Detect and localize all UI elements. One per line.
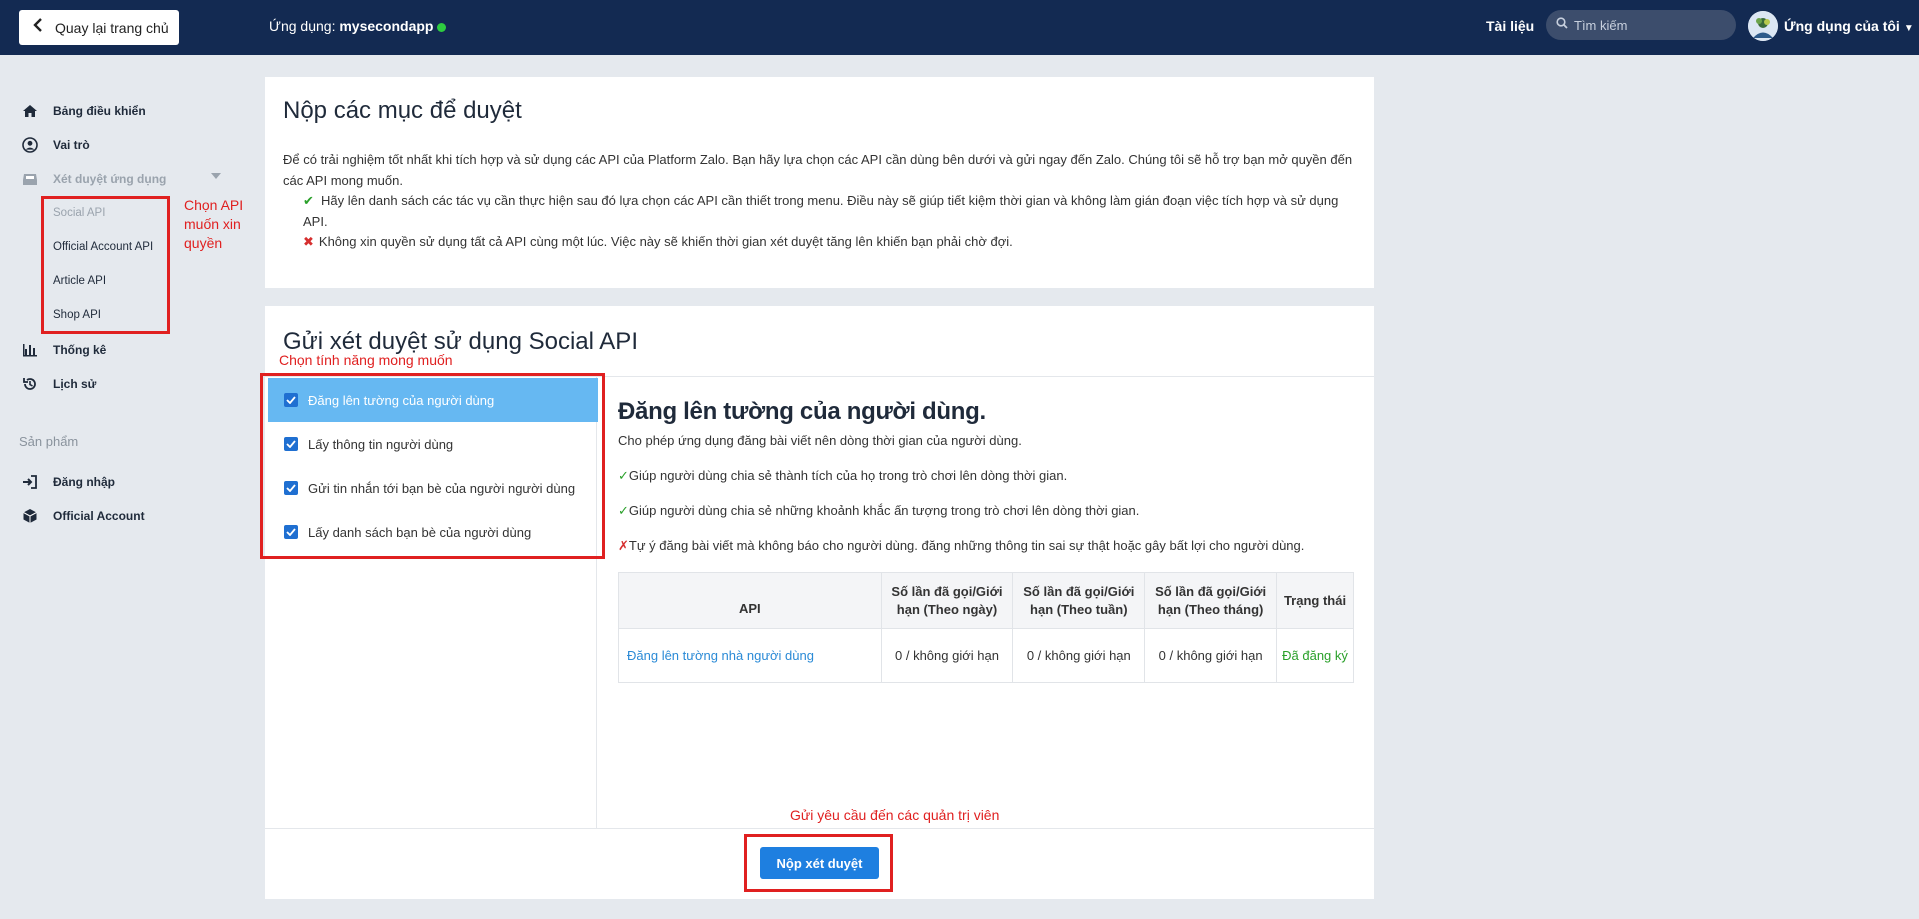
feature-do-1-text: Giúp người dùng chia sẻ thành tích của h…: [628, 468, 1068, 483]
my-apps-menu[interactable]: Ứng dụng của tôi ▼: [1784, 18, 1914, 34]
table-header-row: API Số lần đã gọi/Giới hạn (Theo ngày) S…: [618, 572, 1354, 629]
sidebar-item-statistics[interactable]: Thống kê: [22, 340, 106, 360]
app-name: mysecondapp: [339, 18, 434, 34]
search-box[interactable]: [1546, 10, 1736, 40]
avatar[interactable]: [1748, 11, 1778, 41]
api-quota-table: API Số lần đã gọi/Giới hạn (Theo ngày) S…: [618, 572, 1354, 683]
feature-do-1: ✓Giúp người dùng chia sẻ thành tích của …: [618, 468, 1067, 484]
sidebar-item-label: Vai trò: [53, 138, 90, 152]
feature-detail-title: Đăng lên tường của người dùng.: [618, 398, 986, 425]
feature-do-2: ✓Giúp người dùng chia sẻ những khoảnh kh…: [618, 503, 1139, 519]
intro-paragraph: Để có trải nghiệm tốt nhất khi tích hợp …: [283, 152, 1353, 188]
sidebar-item-official-account[interactable]: Official Account: [22, 506, 145, 526]
table-header-week: Số lần đã gọi/Giới hạn (Theo tuần): [1012, 572, 1146, 629]
app-status-dot: [437, 22, 447, 32]
cube-icon: [22, 508, 38, 524]
docs-link[interactable]: Tài liệu: [1486, 18, 1534, 34]
caret-down-icon: ▼: [1903, 23, 1914, 34]
home-icon: [22, 103, 38, 119]
submit-review-button[interactable]: Nộp xét duyệt: [760, 847, 879, 879]
sidebar-item-label: Đăng nhập: [53, 475, 115, 489]
sidebar-item-login[interactable]: Đăng nhập: [22, 472, 115, 492]
intro-title: Nộp các mục để duyệt: [283, 97, 522, 124]
table-cell-day: 0 / không giới hạn: [880, 628, 1014, 683]
intro-dont-item: ✖ Không xin quyền sử dụng tất cả API cùng…: [303, 231, 1353, 252]
annotation-choose-api: Chọn API muốn xin quyền: [184, 197, 244, 251]
chevron-left-icon: [33, 18, 43, 37]
feature-dont-1-text: Tự ý đăng bài viết mà không báo cho ngườ…: [628, 538, 1305, 553]
table-cell-month: 0 / không giới hạn: [1144, 628, 1278, 683]
user-circle-icon: [22, 137, 38, 153]
check-icon: ✔: [303, 193, 314, 208]
intro-card: Nộp các mục để duyệt Để có trải nghiệm t…: [265, 77, 1374, 288]
sidebar-item-label: Xét duyệt ứng dụng: [53, 172, 167, 186]
annotation-box-features: [260, 373, 605, 559]
my-apps-label: Ứng dụng của tôi: [1784, 18, 1900, 34]
sidebar-item-app-review[interactable]: Xét duyệt ứng dụng: [22, 169, 166, 189]
back-button-label: Quay lại trang chủ: [55, 19, 169, 36]
intro-dont-text: Không xin quyền sử dụng tất cả API cùng …: [318, 234, 1013, 249]
annotation-send-request: Gửi yêu cầu đến các quản trị viên: [790, 807, 1000, 823]
table-header-status: Trạng thái: [1276, 572, 1354, 629]
search-input[interactable]: [1574, 17, 1724, 33]
sidebar-item-label: Thống kê: [53, 343, 107, 357]
inbox-icon: [22, 171, 38, 187]
status-badge: Đã đăng ký: [1276, 628, 1354, 683]
cross-icon: ✗: [618, 538, 629, 553]
search-icon: [1556, 16, 1568, 34]
intro-do-text: Hãy lên danh sách các tác vụ cần thực hi…: [303, 193, 1339, 229]
divider: [265, 828, 1374, 829]
table-header-api: API: [618, 572, 882, 629]
sidebar-item-label: Lịch sử: [53, 377, 97, 391]
feature-do-2-text: Giúp người dùng chia sẻ những khoảnh khắ…: [628, 503, 1140, 518]
bar-chart-icon: [22, 342, 38, 358]
cross-icon: ✖: [303, 234, 314, 249]
sidebar-item-history[interactable]: Lịch sử: [22, 374, 96, 394]
chevron-down-icon[interactable]: [211, 173, 221, 179]
table-header-month: Số lần đã gọi/Giới hạn (Theo tháng): [1144, 572, 1278, 629]
table-header-day: Số lần đã gọi/Giới hạn (Theo ngày): [880, 572, 1014, 629]
feature-dont-1: ✗Tự ý đăng bài viết mà không báo cho ngư…: [618, 538, 1304, 554]
api-name-link[interactable]: Đăng lên tường nhà người dùng: [618, 628, 882, 683]
top-bar: Quay lại trang chủ Ứng dụng: mysecondapp…: [0, 0, 1919, 55]
sidebar-item-label: Bảng điều khiển: [53, 104, 146, 118]
sidebar-item-dashboard[interactable]: Bảng điều khiển: [22, 101, 146, 121]
products-section-title: Sản phẩm: [19, 434, 79, 449]
back-to-home-button[interactable]: Quay lại trang chủ: [19, 10, 179, 45]
sidebar-item-label: Official Account: [53, 509, 145, 523]
table-cell-week: 0 / không giới hạn: [1012, 628, 1146, 683]
history-icon: [22, 376, 38, 392]
check-icon: ✓: [618, 468, 629, 483]
annotation-box-api-list: [41, 196, 170, 334]
sidebar-item-roles[interactable]: Vai trò: [22, 135, 90, 155]
annotation-choose-feature: Chọn tính năng mong muốn: [279, 352, 453, 368]
intro-do-item: ✔ Hãy lên danh sách các tác vụ cần thực h…: [303, 190, 1355, 232]
sign-in-icon: [22, 474, 38, 490]
app-prefix: Ứng dụng:: [269, 18, 340, 34]
check-icon: ✓: [618, 503, 629, 518]
feature-detail-description: Cho phép ứng dụng đăng bài viết nên dòng…: [618, 433, 1022, 448]
table-row: Đăng lên tường nhà người dùng 0 / không …: [618, 628, 1354, 683]
current-app: Ứng dụng: mysecondapp: [269, 18, 447, 34]
